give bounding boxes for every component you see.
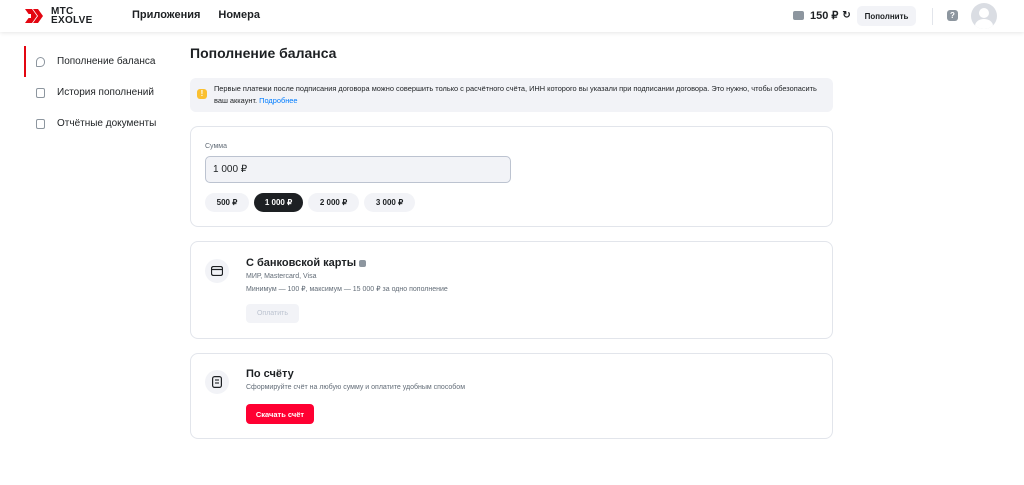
amount-label: Сумма [205, 143, 227, 150]
amount-chips: 500 ₽ 1 000 ₽ 2 000 ₽ 3 000 ₽ [205, 193, 415, 212]
nav-item-apps[interactable]: Приложения [132, 9, 200, 21]
invoice-method: По счёту Сформируйте счёт на любую сумму… [190, 353, 833, 439]
bank-card-title: С банковской карты [246, 257, 357, 269]
chip-500[interactable]: 500 ₽ [205, 193, 249, 212]
chip-3000[interactable]: 3 000 ₽ [364, 193, 415, 212]
topup-button[interactable]: Пополнить [857, 6, 916, 26]
info-notice: ! Первые платежи после подписания догово… [190, 78, 833, 112]
credit-card-icon [205, 259, 229, 283]
bank-card-method: С банковской карты МИР, Mastercard, Visa… [190, 241, 833, 339]
pay-button[interactable]: Оплатить [246, 304, 299, 323]
invoice-icon [205, 370, 229, 394]
logo[interactable]: МТС EXOLVE [24, 6, 93, 26]
document-icon [36, 118, 45, 129]
wallet-icon [793, 11, 804, 20]
sidebar-item-label: Пополнение баланса [57, 56, 156, 67]
info-icon[interactable] [359, 259, 367, 267]
chip-2000[interactable]: 2 000 ₽ [308, 193, 359, 212]
invoice-desc: Сформируйте счёт на любую сумму и оплати… [246, 384, 466, 391]
mts-logo-icon [25, 9, 43, 23]
bank-limits: Минимум — 100 ₽, максимум — 15 000 ₽ за … [246, 286, 448, 293]
logo-text: МТС EXOLVE [51, 7, 93, 26]
avatar-body [975, 19, 993, 29]
chip-1000[interactable]: 1 000 ₽ [254, 193, 303, 212]
balance-display: 150 ₽ ↻ [793, 9, 851, 22]
notice-text: Первые платежи после подписания договора… [214, 84, 817, 105]
sidebar-item-documents[interactable]: Отчётные документы [24, 108, 174, 139]
history-doc-icon [36, 87, 45, 98]
sidebar-item-topup[interactable]: Пополнение баланса [24, 46, 174, 77]
sidebar-item-label: История пополнений [57, 87, 154, 98]
amount-input[interactable]: 1 000 ₽ [205, 156, 511, 183]
avatar[interactable] [971, 3, 997, 29]
logo-line2: EXOLVE [51, 15, 93, 26]
balance-value: 150 ₽ [810, 10, 839, 22]
top-header: МТС EXOLVE Приложения Номера 150 ₽ ↻ Поп… [0, 0, 1024, 32]
method-title-bank: С банковской карты [246, 257, 367, 269]
bank-networks: МИР, Mastercard, Visa [246, 273, 317, 280]
header-divider [932, 8, 933, 25]
main-nav: Приложения Номера [132, 9, 260, 21]
speech-bubble-icon [36, 56, 45, 67]
page-title: Пополнение баланса [190, 45, 337, 61]
sidebar: Пополнение баланса История пополнений От… [24, 46, 174, 139]
warning-icon: ! [197, 89, 207, 99]
sidebar-item-history[interactable]: История пополнений [24, 77, 174, 108]
amount-card: Сумма 1 000 ₽ 500 ₽ 1 000 ₽ 2 000 ₽ 3 00… [190, 126, 833, 227]
help-icon[interactable]: ? [947, 10, 958, 21]
download-invoice-button[interactable]: Скачать счёт [246, 404, 314, 424]
avatar-head [979, 8, 989, 18]
invoice-title: По счёту [246, 368, 294, 380]
more-link[interactable]: Подробнее [259, 96, 297, 105]
refresh-icon[interactable]: ↻ [842, 10, 850, 21]
nav-item-numbers[interactable]: Номера [218, 9, 260, 21]
sidebar-item-label: Отчётные документы [57, 118, 157, 129]
